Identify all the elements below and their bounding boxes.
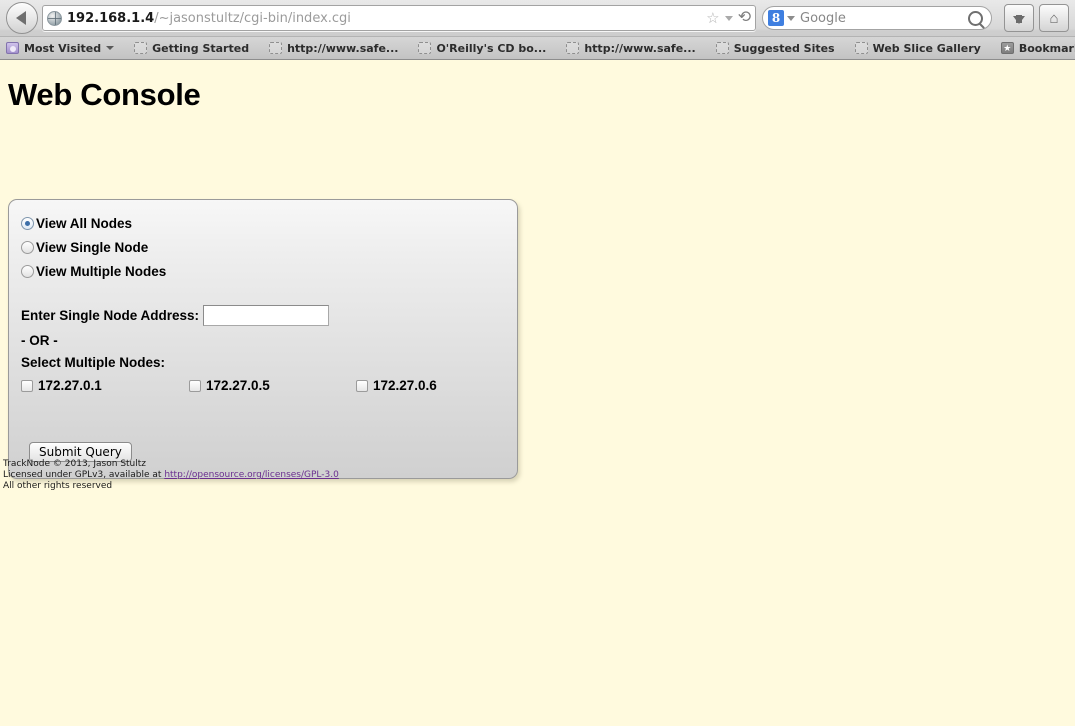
bookmark-most-visited[interactable]: Most Visited [6,41,115,55]
single-node-address-row: Enter Single Node Address: [21,305,505,326]
radio-option-view-single-node[interactable]: View Single Node [21,235,505,259]
node-selection-panel: View All Nodes View Single Node View Mul… [8,199,518,479]
chevron-down-icon[interactable] [106,46,115,50]
node-checkbox-row: 172.27.0.1 172.27.0.5 172.27.0.6 [21,378,505,393]
checkbox[interactable] [189,379,201,392]
bookmarks-menu-label: Bookmarks [1018,41,1075,55]
select-multiple-nodes-label: Select Multiple Nodes: [21,355,166,370]
bookmark-safe-1[interactable]: http://www.safe... [269,42,398,55]
search-engine-chevron-icon[interactable] [787,15,795,21]
radio-label: View Single Node [36,239,149,255]
back-button[interactable] [6,2,38,34]
home-button[interactable]: ⌂ [1039,4,1069,32]
radio-button[interactable] [21,216,34,230]
placeholder-favicon-icon [269,42,283,54]
search-icon[interactable] [968,10,983,26]
bookmark-oreilly[interactable]: O'Reilly's CD bo... [418,42,546,55]
browser-chrome: 192.168.1.4/~jasonstultz/cgi-bin/index.c… [0,0,1075,60]
address-bar[interactable]: 192.168.1.4/~jasonstultz/cgi-bin/index.c… [42,5,756,31]
bookmark-web-slice-gallery[interactable]: Web Slice Gallery [854,41,981,55]
star-icon: ★ [1000,42,1014,54]
checkbox-label: 172.27.0.6 [373,378,437,393]
page-content: Web Console View All Nodes View Single N… [0,77,1075,726]
url-host: 192.168.1.4 [67,10,155,26]
folder-icon [6,42,19,54]
footer-license-prefix: Licensed under GPLv3, available at [3,470,165,480]
footer: TrackNode © 2013, Jason Stultz Licensed … [3,459,339,492]
bookmark-label: Getting Started [152,41,250,55]
bookmark-label: O'Reilly's CD bo... [436,41,547,55]
bookmarks-bar: Most Visited Getting Started http://www.… [0,36,1075,59]
checkbox-node-3[interactable]: 172.27.0.6 [356,378,437,393]
radio-label: View Multiple Nodes [36,263,167,279]
bookmark-label: http://www.safe... [287,41,399,55]
checkbox[interactable] [356,379,368,392]
radio-option-view-all-nodes[interactable]: View All Nodes [21,211,505,235]
footer-license-line: Licensed under GPLv3, available at http:… [3,470,339,481]
download-arrow-icon [1013,14,1025,24]
license-link[interactable]: http://opensource.org/licenses/GPL-3.0 [164,470,339,480]
url-path: /~jasonstultz/cgi-bin/index.cgi [154,10,351,26]
checkbox-node-2[interactable]: 172.27.0.5 [189,378,356,393]
bookmark-label: Most Visited [24,41,102,55]
downloads-button[interactable] [1004,4,1034,32]
placeholder-favicon-icon [134,42,148,54]
bookmark-label: Web Slice Gallery [872,41,981,55]
navigation-toolbar: 192.168.1.4/~jasonstultz/cgi-bin/index.c… [0,0,1075,36]
placeholder-favicon-icon [854,42,868,54]
google-logo-icon: 8 [768,10,784,26]
bookmarks-menu-button[interactable]: ★ Bookmarks [1000,41,1075,55]
placeholder-favicon-icon [418,42,432,54]
bookmark-label: Suggested Sites [733,41,835,55]
home-icon: ⌂ [1049,9,1059,27]
bookmark-safe-2[interactable]: http://www.safe... [566,41,696,55]
address-bar-icons: ☆ ⟳ [700,9,751,26]
search-input[interactable]: Google [800,11,968,26]
radio-option-view-multiple-nodes[interactable]: View Multiple Nodes [21,259,505,283]
checkbox-node-1[interactable]: 172.27.0.1 [21,378,189,393]
placeholder-favicon-icon [715,42,729,54]
address-bar-text: 192.168.1.4/~jasonstultz/cgi-bin/index.c… [67,11,700,26]
radio-button[interactable] [21,264,34,278]
radio-label: View All Nodes [36,215,133,231]
checkbox[interactable] [21,379,33,392]
placeholder-favicon-icon [566,42,580,54]
chevron-down-icon[interactable] [724,15,733,21]
checkbox-label: 172.27.0.5 [206,378,270,393]
radio-button[interactable] [21,240,34,254]
back-arrow-icon [16,11,26,25]
globe-icon [47,10,62,26]
search-box[interactable]: 8 Google [762,6,992,30]
footer-copyright: TrackNode © 2013, Jason Stultz [3,459,147,469]
bookmark-getting-started[interactable]: Getting Started [134,42,249,55]
single-node-address-label: Enter Single Node Address: [21,308,200,323]
checkbox-label: 172.27.0.1 [38,378,102,393]
bookmark-label: http://www.safe... [584,41,696,55]
single-node-address-input[interactable] [203,305,330,326]
or-separator-label: - OR - [21,333,58,348]
footer-rights: All other rights reserved [3,481,113,491]
bookmark-suggested-sites[interactable]: Suggested Sites [715,41,835,55]
bookmark-star-icon[interactable]: ☆ [706,11,719,26]
reload-icon[interactable]: ⟳ [738,9,751,26]
page-title: Web Console [8,77,201,112]
